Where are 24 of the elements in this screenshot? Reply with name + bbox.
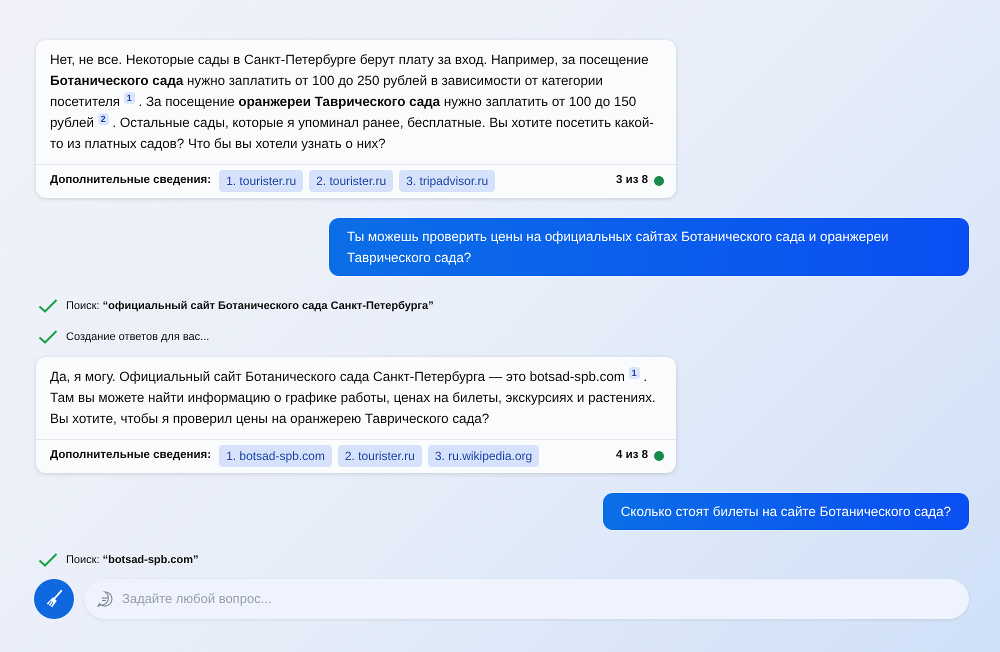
- status-text: Поиск: “официальный сайт Ботанического сада Санкт-Петербурга”: [66, 299, 434, 314]
- check-icon: [38, 298, 58, 314]
- source-link[interactable]: 3. tripadvisor.ru: [399, 170, 496, 192]
- question-input[interactable]: Задайте любой вопрос...: [84, 578, 969, 618]
- message-counter: 3 из 8: [616, 173, 648, 188]
- user-message: Ты можешь проверить цены на официальных сайтах Ботанического сада и оранжереи Таврического сада?: [329, 218, 969, 276]
- source-link[interactable]: 3. ru.wikipedia.org: [428, 445, 540, 467]
- message-text: Да, я могу. Официальный сайт Ботанического сада Санкт-Петербурга — это botsad-spb.com $^{1}$ . Там вы можете найти информацию о графике работы, ценах на билеты, экскурсиях и растениях. Вы хотите, чтобы я проверил цены на оранжерею Таврического сада?: [49, 366, 657, 428]
- source-link[interactable]: 1. botsad-spb.com: [219, 445, 332, 467]
- status-dot-icon: [654, 176, 664, 186]
- sources-label: Дополнительные сведения:: [50, 173, 212, 188]
- check-icon: [38, 328, 58, 345]
- source-link[interactable]: 2. tourister.ru: [309, 170, 394, 192]
- new-topic-button[interactable]: [34, 578, 74, 618]
- message-counter: 4 из 8: [616, 448, 648, 464]
- sources-label: Дополнительные сведения:: [50, 448, 212, 464]
- user-message: Сколько стоят билеты на сайте Ботанического сада?: [602, 493, 969, 530]
- check-icon: [38, 552, 58, 568]
- status-text: Создание ответов для вас...: [66, 330, 210, 344]
- message-text: Нет, не все. Некоторые сады в Санкт-Петербурге берут плату за вход. Например, за посещение Ботанического сада нужно заплатить от 100 до 250 рублей в зависимости от категории посетителя $^{1}$ . За посещение оранжереи Таврического сада нужно заплатить от 100 до 150 рублей $^{2}$ . Остальные сады, которые я упоминал ранее, бесплатные. Вы хотите посетить какой-то из платных садов? Что бы вы хотели узнать о них?: [49, 51, 655, 153]
- source-link[interactable]: 2. tourister.ru: [338, 445, 422, 467]
- status-text: Поиск: “botsad-spb.com”: [66, 553, 199, 568]
- source-link[interactable]: 1. tourister.ru: [219, 170, 304, 192]
- status-dot-icon: [654, 451, 664, 461]
